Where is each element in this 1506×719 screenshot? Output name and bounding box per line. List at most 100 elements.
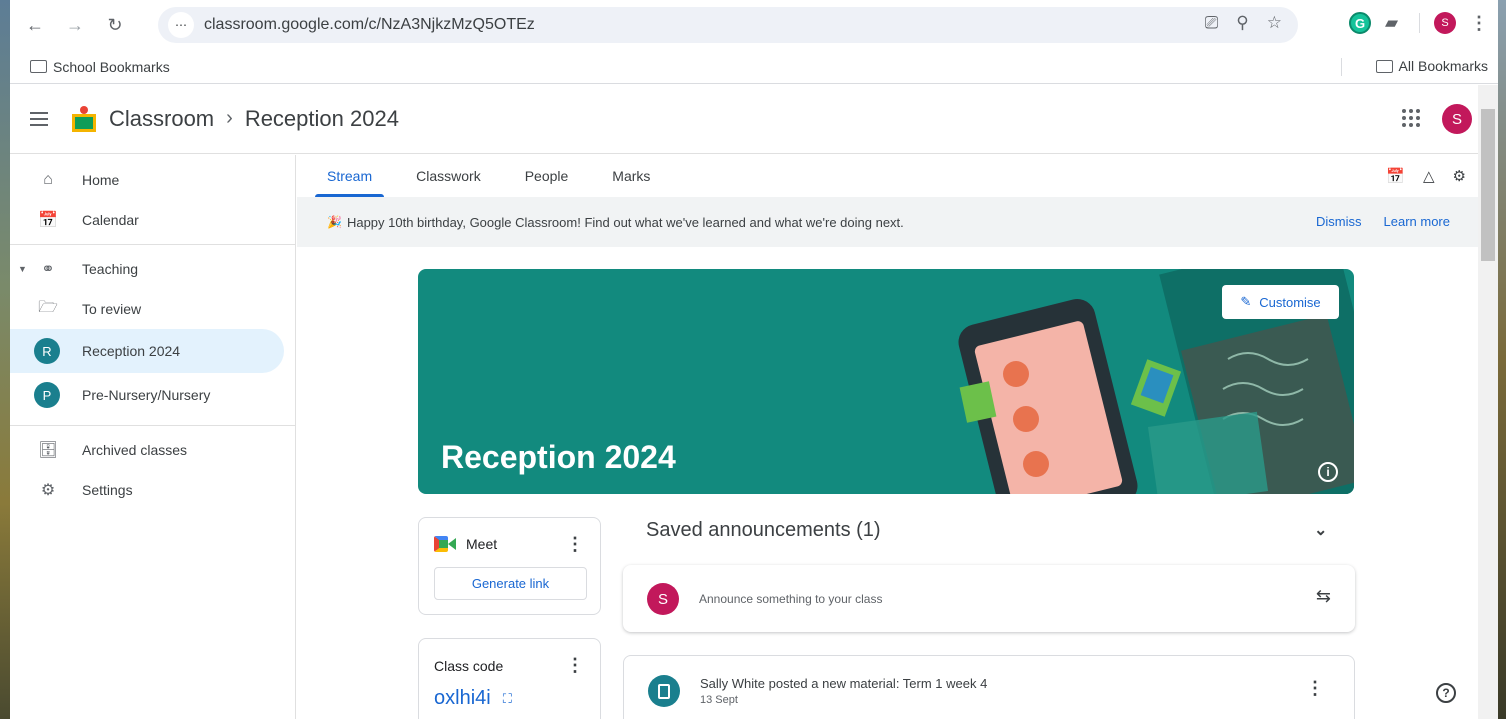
school-bookmarks-folder[interactable]: School Bookmarks bbox=[30, 59, 170, 75]
browser-toolbar: ← → ↻ ⋯ classroom.google.com/c/NzA3NjkzM… bbox=[10, 0, 1498, 50]
customise-button[interactable]: ✎ Customise bbox=[1222, 285, 1339, 319]
class-header-banner: Reception 2024 ✎ Customise i bbox=[418, 269, 1354, 494]
bookmark-star-icon[interactable]: ☆ bbox=[1267, 13, 1282, 33]
reload-icon[interactable]: ↻ bbox=[102, 12, 128, 38]
announce-placeholder[interactable]: Announce something to your class bbox=[699, 592, 882, 606]
sidebar-item-label: To review bbox=[82, 301, 142, 317]
learn-more-link[interactable]: Learn more bbox=[1384, 214, 1450, 229]
sidebar-item-label: Home bbox=[82, 172, 120, 188]
site-info-icon[interactable]: ⋯ bbox=[168, 12, 194, 38]
sidebar-item-home[interactable]: ⌂ Home bbox=[10, 160, 295, 200]
all-bookmarks-button[interactable]: All Bookmarks bbox=[1375, 58, 1488, 74]
more-options-icon[interactable]: ⋮ bbox=[1306, 678, 1324, 699]
meet-card: Meet ⋮ Generate link bbox=[418, 517, 601, 615]
class-code-card: Class code ⋮ oxlhi4i ⛶ bbox=[418, 638, 601, 719]
chevron-down-icon[interactable]: ⌄ bbox=[1314, 520, 1327, 540]
sidebar-item-to-review[interactable]: 🗁 To review bbox=[10, 289, 295, 329]
sidebar-item-archived[interactable]: 🗄 Archived classes bbox=[10, 430, 295, 470]
material-icon bbox=[648, 675, 680, 707]
tab-marks[interactable]: Marks bbox=[590, 155, 672, 197]
calendar-icon[interactable]: 📅 bbox=[1386, 167, 1405, 185]
sidebar-item-label: Settings bbox=[82, 482, 133, 498]
sidebar-item-settings[interactable]: ⚙ Settings bbox=[10, 470, 295, 510]
stream-post[interactable]: Sally White posted a new material: Term … bbox=[623, 655, 1355, 719]
extensions-puzzle-icon[interactable]: ▰ bbox=[1385, 13, 1405, 33]
classroom-logo-icon[interactable] bbox=[72, 105, 96, 132]
party-popper-icon: 🎉 bbox=[327, 215, 342, 229]
meet-label: Meet bbox=[466, 536, 498, 552]
drive-icon[interactable]: △ bbox=[1423, 167, 1435, 185]
announcement-banner: 🎉 Happy 10th birthday, Google Classroom!… bbox=[297, 197, 1490, 247]
banner-message: Happy 10th birthday, Google Classroom! F… bbox=[346, 214, 904, 230]
bookmarks-bar: School Bookmarks All Bookmarks bbox=[10, 50, 1498, 84]
dismiss-button[interactable]: Dismiss bbox=[1316, 214, 1362, 229]
browser-profile-avatar[interactable]: S bbox=[1434, 12, 1456, 34]
user-avatar: S bbox=[647, 583, 679, 615]
bookmarks-separator bbox=[1341, 58, 1342, 76]
grammarly-extension-icon[interactable]: G bbox=[1349, 12, 1371, 34]
more-options-icon[interactable]: ⋮ bbox=[566, 655, 584, 676]
more-options-icon[interactable]: ⋮ bbox=[566, 534, 584, 555]
gear-icon[interactable]: ⚙ bbox=[1453, 167, 1466, 185]
desktop-background-right bbox=[1498, 0, 1506, 719]
folder-icon bbox=[1375, 59, 1393, 73]
sidebar-item-pre-nursery[interactable]: P Pre-Nursery/Nursery bbox=[10, 373, 295, 417]
sidebar-item-teaching[interactable]: ▼ ⚭ Teaching bbox=[10, 249, 295, 289]
folder-icon bbox=[30, 60, 47, 73]
sidebar-item-label: Calendar bbox=[82, 212, 139, 228]
url-text[interactable]: classroom.google.com/c/NzA3NjkzMzQ5OTEz bbox=[204, 16, 535, 34]
post-title[interactable]: Sally White posted a new material: Term … bbox=[700, 676, 987, 691]
sidebar-item-label: Reception 2024 bbox=[82, 343, 181, 359]
breadcrumb: Classroom › Reception 2024 bbox=[109, 106, 399, 132]
generate-link-button[interactable]: Generate link bbox=[434, 567, 587, 600]
tab-people[interactable]: People bbox=[503, 155, 591, 197]
class-code-label: Class code bbox=[434, 658, 504, 674]
back-arrow-icon[interactable]: ← bbox=[22, 12, 48, 38]
calendar-icon: 📅 bbox=[38, 212, 58, 229]
class-name-breadcrumb[interactable]: Reception 2024 bbox=[245, 106, 399, 132]
browser-window: ← → ↻ ⋯ classroom.google.com/c/NzA3NjkzM… bbox=[10, 0, 1498, 719]
sidebar-item-label: Archived classes bbox=[82, 442, 188, 458]
review-folder-icon: 🗁 bbox=[38, 298, 58, 316]
home-icon: ⌂ bbox=[43, 171, 53, 188]
post-date: 13 Sept bbox=[700, 694, 738, 706]
all-bookmarks-label: All Bookmarks bbox=[1398, 58, 1488, 74]
install-app-icon[interactable]: ⎚ bbox=[1205, 13, 1219, 33]
tab-classwork[interactable]: Classwork bbox=[394, 155, 503, 197]
sidebar-divider bbox=[10, 425, 296, 426]
class-avatar: P bbox=[34, 382, 60, 408]
announce-box[interactable]: S Announce something to your class ⇆ bbox=[623, 565, 1355, 632]
fullscreen-icon[interactable]: ⛶ bbox=[503, 691, 512, 707]
toolbar-divider bbox=[1419, 13, 1420, 33]
class-avatar: R bbox=[34, 338, 60, 364]
classroom-header: Classroom › Reception 2024 S bbox=[10, 84, 1498, 154]
page-scrollbar[interactable] bbox=[1478, 85, 1498, 719]
repost-icon[interactable]: ⇆ bbox=[1316, 586, 1331, 607]
app-name-link[interactable]: Classroom bbox=[109, 106, 214, 132]
google-apps-icon[interactable] bbox=[1402, 109, 1420, 127]
expand-caret-icon[interactable]: ▼ bbox=[18, 264, 27, 274]
archive-icon: 🗄 bbox=[37, 442, 59, 459]
tab-stream[interactable]: Stream bbox=[305, 155, 394, 197]
main-menu-icon[interactable] bbox=[30, 111, 48, 126]
help-icon[interactable]: ? bbox=[1436, 683, 1456, 703]
chevron-right-icon: › bbox=[226, 107, 233, 129]
address-bar[interactable]: ⋯ classroom.google.com/c/NzA3NjkzMzQ5OTE… bbox=[158, 7, 1298, 43]
class-title: Reception 2024 bbox=[441, 439, 676, 475]
class-code-value: oxlhi4i bbox=[434, 687, 491, 709]
sidebar-item-label: Teaching bbox=[82, 261, 139, 277]
browser-menu-icon[interactable]: ⋮ bbox=[1470, 13, 1488, 34]
sidebar-item-label: Pre-Nursery/Nursery bbox=[82, 387, 211, 403]
account-avatar[interactable]: S bbox=[1442, 104, 1472, 134]
school-bookmarks-label: School Bookmarks bbox=[53, 58, 170, 75]
saved-announcements-title[interactable]: Saved announcements (1) bbox=[646, 519, 881, 542]
google-meet-icon bbox=[434, 536, 456, 552]
desktop-background-left bbox=[0, 0, 10, 719]
scrollbar-thumb[interactable] bbox=[1481, 109, 1495, 261]
sidebar-item-calendar[interactable]: 📅 Calendar bbox=[10, 200, 295, 240]
people-icon: ⚭ bbox=[41, 261, 55, 278]
zoom-icon[interactable]: ⚲ bbox=[1236, 13, 1248, 33]
info-icon[interactable]: i bbox=[1318, 462, 1338, 482]
forward-arrow-icon[interactable]: → bbox=[62, 12, 88, 38]
sidebar-item-reception-2024[interactable]: R Reception 2024 bbox=[10, 329, 284, 373]
